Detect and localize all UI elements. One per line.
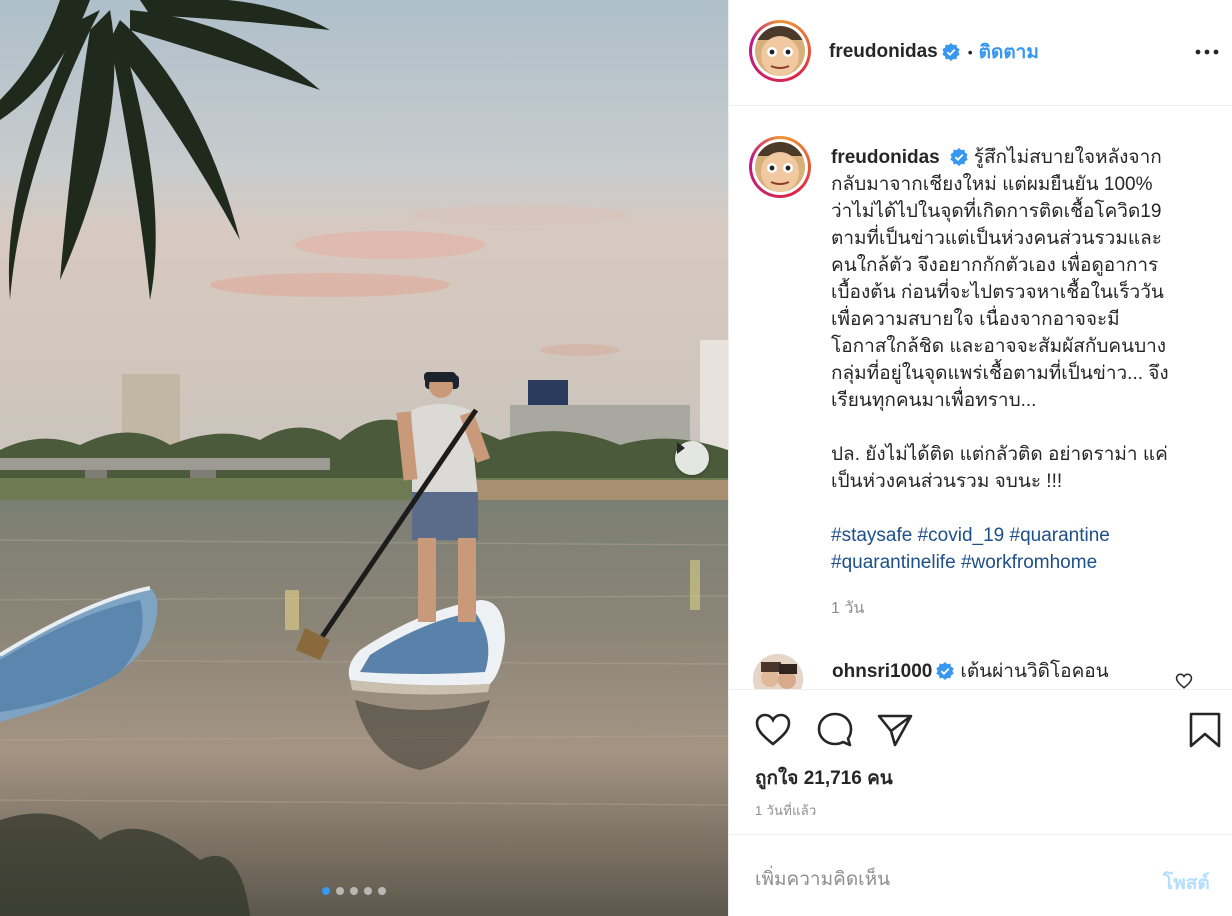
commenter-username-link[interactable]: ohnsri1000: [832, 661, 932, 682]
carousel-dot: [364, 887, 372, 895]
verified-badge-icon: [950, 148, 968, 166]
chevron-right-icon: [677, 442, 685, 454]
comment-content: ohnsri1000 เต้นผ่านวิดิโอคอน: [832, 656, 1109, 686]
avatar-face-icon: [755, 142, 805, 192]
caption-age: 1 วัน: [831, 600, 865, 617]
carousel-indicator: [322, 887, 386, 895]
commenter-avatar[interactable]: [753, 654, 803, 689]
caption-line: กลับมาจากเชียงใหม่ แต่ผมยืนยัน 100%: [831, 174, 1153, 195]
carousel-next-button[interactable]: [675, 441, 709, 475]
author-username-link[interactable]: freudonidas: [829, 41, 938, 63]
post-actions: ถูกใจ 21,716 คน 1 วันที่แล้ว: [729, 689, 1232, 834]
author-avatar[interactable]: [749, 20, 811, 82]
photo-scene: [0, 0, 728, 916]
carousel-dot: [336, 887, 344, 895]
hashtag-link[interactable]: #staysafe: [831, 525, 912, 546]
hashtag-row: #staysafe #covid_19 #quarantine: [831, 522, 1199, 549]
likes-count[interactable]: ถูกใจ 21,716 คน: [755, 763, 893, 793]
post-side-panel: freudonidas • ติดตาม freudonidas รู้สึกไ…: [728, 0, 1232, 916]
caption-line: โอกาสใกล้ชิด และอาจจะสัมผัสกับคนบาง: [831, 336, 1167, 357]
carousel-dot: [350, 887, 358, 895]
caption-line: รู้สึกไม่สบายใจหลังจาก: [973, 147, 1162, 168]
caption-first-line: freudonidas รู้สึกไม่สบายใจหลังจาก: [831, 144, 1199, 171]
post-photo[interactable]: [0, 0, 728, 916]
caption-line: เบื้องต้น ก่อนที่จะไปตรวจหาเชื้อในเร็ววั…: [831, 282, 1164, 303]
header-bullet: •: [967, 44, 973, 60]
caption-line: กลุ่มที่อยู่ในจุดแพร่เชื้อตามที่เป็นข่าว…: [831, 363, 1169, 384]
hashtag-link[interactable]: #quarantine: [1010, 525, 1110, 546]
comment-input[interactable]: [755, 865, 1135, 895]
caption-username-link[interactable]: freudonidas: [831, 147, 940, 168]
caption-scroll-area[interactable]: freudonidas รู้สึกไม่สบายใจหลังจาก กลับม…: [729, 107, 1232, 689]
caption-text: freudonidas รู้สึกไม่สบายใจหลังจาก กลับม…: [831, 144, 1199, 576]
add-comment-bar: โพสต์: [729, 834, 1232, 916]
like-heart-icon[interactable]: [753, 710, 793, 750]
caption-ps-line: ปล. ยังไม่ได้ติด แต่กลัวติด อย่าดราม่า แ…: [831, 444, 1168, 465]
hashtag-row: #quarantinelife #workfromhome: [831, 549, 1199, 576]
hashtag-link[interactable]: #workfromhome: [961, 552, 1097, 573]
comment-like-heart-icon[interactable]: [1175, 672, 1193, 689]
caption-author-avatar[interactable]: [749, 136, 811, 198]
post-timestamp: 1 วันที่แล้ว: [755, 803, 817, 818]
caption-line: ตามที่เป็นข่าวแต่เป็นห่วงคนส่วนรวมและ: [831, 228, 1162, 249]
share-paper-plane-icon[interactable]: [875, 710, 915, 750]
caption-line: เพื่อความสบายใจ เนื่องจากอาจจะมี: [831, 309, 1120, 330]
post-header: freudonidas • ติดตาม: [729, 0, 1232, 106]
hashtag-link[interactable]: #covid_19: [918, 525, 1005, 546]
caption-line: เรียนทุกคนมาเพื่อทราบ...: [831, 390, 1037, 411]
caption-line: ว่าไม่ได้ไปในจุดที่เกิดการติดเชื้อโควิด1…: [831, 201, 1162, 222]
avatar-face-icon: [755, 26, 805, 76]
verified-badge-icon: [936, 662, 954, 680]
verified-badge-icon: [942, 43, 960, 61]
comment-item: ohnsri1000 เต้นผ่านวิดิโอคอน: [753, 652, 1223, 689]
post-comment-button[interactable]: โพสต์: [1163, 868, 1210, 898]
comment-bubble-icon[interactable]: [815, 710, 855, 750]
hashtag-link[interactable]: #quarantinelife: [831, 552, 956, 573]
comment-text: เต้นผ่านวิดิโอคอน: [960, 661, 1109, 682]
caption-ps-line: เป็นห่วงคนส่วนรวม จบนะ !!!: [831, 471, 1063, 492]
save-bookmark-icon[interactable]: [1185, 710, 1225, 750]
carousel-dot: [322, 887, 330, 895]
caption-line: คนใกล้ตัว จึงอยากกักตัวเอง เพื่อดูอาการ: [831, 255, 1159, 276]
follow-button[interactable]: ติดตาม: [979, 37, 1039, 67]
carousel-dot: [378, 887, 386, 895]
more-options-icon[interactable]: [1195, 42, 1219, 62]
